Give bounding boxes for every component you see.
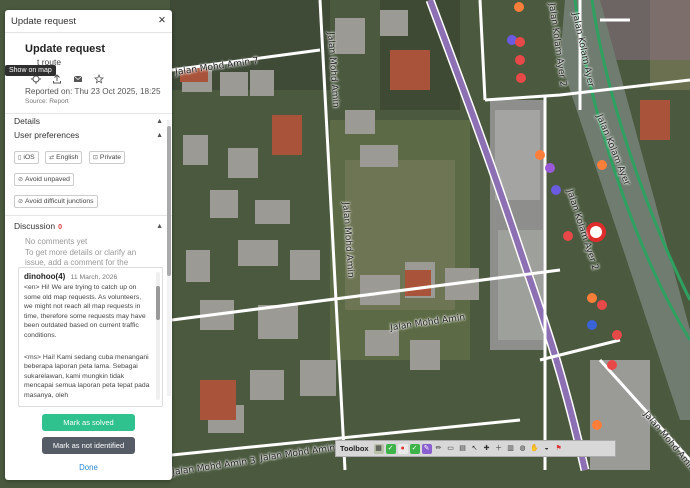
chevron-up-icon: ▲ (156, 117, 163, 125)
comment-scrollbar-thumb[interactable] (156, 286, 160, 320)
mark-as-solved-button[interactable]: Mark as solved (42, 414, 135, 431)
toolbox-label: Toolbox (340, 444, 369, 453)
source-label: Source: Report (25, 98, 69, 105)
chip-avoid-junctions: ⊘ Avoid difficult junctions (14, 195, 98, 208)
discussion-label: Discussion (14, 221, 56, 231)
mail-icon[interactable] (73, 74, 83, 84)
user-preferences-label: User preferences (14, 130, 80, 140)
plus-icon[interactable]: ＋ (494, 444, 504, 454)
grid-icon[interactable]: ▤ (458, 444, 468, 454)
translate-icon: ⇄ (49, 155, 55, 161)
user-preferences-toggle[interactable]: User preferences ▲ (5, 128, 172, 142)
done-button[interactable]: Done (5, 463, 172, 472)
chip-english: ⇄ English (45, 151, 83, 164)
purple-icon[interactable]: ✎ (421, 443, 432, 454)
cross-icon[interactable]: ✚ (482, 444, 492, 454)
pencil-icon[interactable]: ✏ (434, 444, 444, 454)
chip-avoid-unpaved: ⊘ Avoid unpaved (14, 173, 74, 186)
ruler-icon[interactable]: ▭ (446, 444, 456, 454)
discussion-toggle[interactable]: Discussion 0 ▲ (5, 219, 172, 233)
comment-thread[interactable]: dinohoo(4) 11 March, 2026 <en> Hi! We ar… (18, 267, 163, 407)
avoid-icon: ⊘ (18, 199, 24, 205)
comment-text-ms: <ms> Hai! Kami sedang cuba menangani beb… (24, 353, 150, 399)
reported-on: Reported on: Thu 23 Oct 2025, 18:25 (25, 87, 161, 96)
globe-icon[interactable]: ◍ (518, 444, 528, 454)
mark-as-not-identified-button[interactable]: Mark as not identified (42, 437, 135, 454)
comment-text-en: <en> Hi! We are trying to catch up on so… (24, 284, 146, 339)
close-icon[interactable]: ✕ (158, 16, 166, 26)
panel-header-title: Update request (11, 15, 76, 27)
chevron-up-icon: ▲ (156, 222, 163, 230)
lock-icon: ⊡ (92, 155, 98, 161)
avoid-icon: ⊘ (18, 177, 24, 183)
details-label: Details (14, 116, 40, 126)
preference-chips: ▯ iOS ⇄ English ⊡ Private ⊘ Avoid unpaved ⊘ A… (5, 142, 172, 212)
alert-icon[interactable]: ● (397, 443, 408, 454)
phone-icon: ▯ (18, 155, 22, 161)
request-subtitle: t route (37, 57, 62, 67)
update-request-panel: Update request ✕ Update request t route … (5, 10, 172, 480)
toolbox[interactable]: Toolbox ▦ ✓ ● ✓ ✎ ✏ ▭ ▤ ↖ ✚ ＋ ▥ ◍ ✋ ◒ ⚑ (335, 440, 616, 457)
chip-private: ⊡ Private (88, 151, 126, 164)
comment-author: dinohoo(4) (24, 272, 66, 281)
panel-scrollbar-thumb[interactable] (167, 126, 171, 276)
hand-icon[interactable]: ✋ (530, 444, 540, 454)
discussion-count-badge: 0 (58, 224, 63, 231)
comment-author-line: dinohoo(4) 11 March, 2026 (19, 268, 162, 281)
layer-icon[interactable]: ▦ (373, 443, 384, 454)
star-icon[interactable] (94, 74, 104, 84)
green-check-icon[interactable]: ✓ (385, 443, 396, 454)
check-icon[interactable]: ✓ (409, 443, 420, 454)
flag-icon[interactable]: ⚑ (554, 444, 564, 454)
panel-header: Update request ✕ (5, 10, 172, 33)
chip-ios: ▯ iOS (14, 151, 39, 164)
comment-date: 11 March, 2026 (70, 274, 118, 281)
map-icon[interactable]: ▥ (506, 444, 516, 454)
chat-icon[interactable]: ◒ (542, 444, 552, 454)
cursor-icon[interactable]: ↖ (470, 444, 480, 454)
details-section-toggle[interactable]: Details ▲ (5, 114, 172, 128)
show-on-map-tooltip: Show on map (5, 65, 56, 76)
chevron-up-icon: ▲ (156, 131, 163, 139)
request-title: Update request (25, 43, 106, 55)
